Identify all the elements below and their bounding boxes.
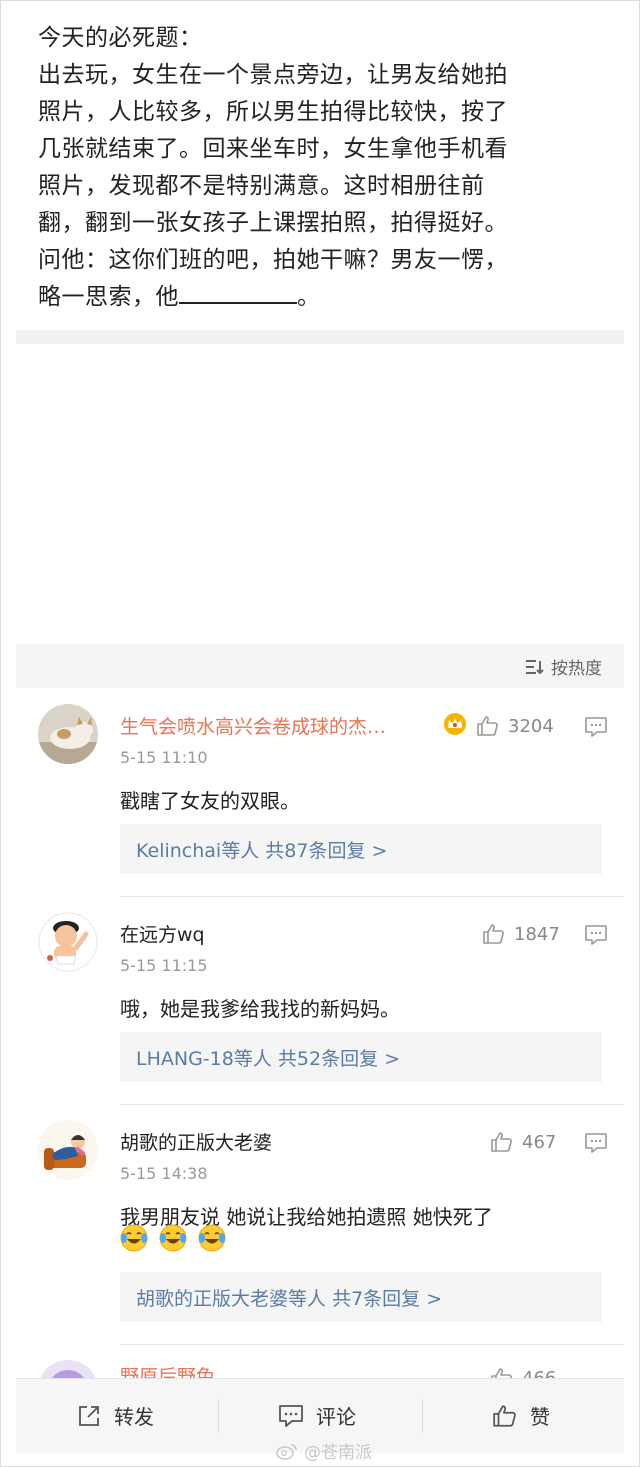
- reply-count-link[interactable]: 共52条回复 >: [278, 1044, 400, 1071]
- reply-count-link[interactable]: 共87条回复 >: [265, 836, 387, 863]
- post-line: 今天的必死题：: [38, 25, 203, 51]
- replies-preview[interactable]: LHANG-18等人 共52条回复 >: [120, 1032, 602, 1082]
- reply-users: Kelinchai等人: [136, 839, 260, 862]
- post-last-line: 略一思索，他 。: [38, 279, 598, 316]
- like-count: 466: [522, 1367, 557, 1379]
- sort-label: 按热度: [551, 659, 602, 679]
- bar-divider: [422, 1399, 423, 1433]
- watermark-text: @苍南派: [304, 1443, 372, 1463]
- post-last-prefix: 略一思索，他: [38, 284, 179, 310]
- thumbs-up-icon: [491, 1368, 512, 1378]
- post-last-suffix: 。: [297, 284, 321, 310]
- like-button[interactable]: 467: [490, 1130, 556, 1154]
- post-line: 出去玩，女生在一个景点旁边，让男友给她拍: [38, 62, 508, 88]
- replies-preview[interactable]: Kelinchai等人 共87条回复 >: [120, 824, 602, 874]
- avatar[interactable]: [38, 1120, 98, 1180]
- commenter-name[interactable]: 生气会喷水高兴会卷成球的杰…: [120, 712, 386, 739]
- post-line: 翻，翻到一张女孩子上课摆拍照，拍得挺好。: [38, 210, 508, 236]
- emoji-row: [120, 1224, 232, 1252]
- fill-in-blank: [179, 280, 297, 304]
- repost-button[interactable]: 转发: [76, 1401, 154, 1430]
- watermark: @苍南派: [276, 1438, 372, 1463]
- tears-of-joy-emoji-icon: [198, 1224, 226, 1252]
- post-line: 几张就结束了。回来坐车时，女生拿他手机看: [38, 136, 508, 162]
- reply-comment-icon[interactable]: [584, 716, 608, 738]
- reply-users: LHANG-18等人: [136, 1047, 272, 1070]
- reply-comment-icon[interactable]: [584, 924, 608, 946]
- repost-label: 转发: [114, 1405, 154, 1429]
- section-separator: [16, 330, 624, 344]
- comment-time: 5-15 14:38: [120, 1164, 208, 1183]
- comment-label: 评论: [316, 1405, 356, 1429]
- like-button[interactable]: 3204: [476, 714, 554, 738]
- thumbs-up-icon: [491, 1132, 512, 1152]
- comment-sort-bar: 按热度: [16, 644, 624, 688]
- comment-divider: [120, 1104, 624, 1105]
- sort-by-hot-button[interactable]: 按热度: [525, 654, 602, 679]
- comment-time: 5-15 11:15: [120, 956, 208, 975]
- like-count: 1847: [514, 923, 560, 945]
- comment-text: 哦，她是我爹给我找的新妈妈。: [120, 997, 400, 1021]
- like-label: 赞: [530, 1405, 550, 1429]
- like-count: 3204: [508, 715, 554, 737]
- commenter-name[interactable]: 胡歌的正版大老婆: [120, 1128, 272, 1155]
- repost-icon: [79, 1405, 99, 1426]
- post-line: 问他：这你们班的吧，拍她干嘛？男友一愣，: [38, 247, 508, 273]
- thumbs-up-icon: [477, 716, 498, 736]
- like-button[interactable]: 1847: [482, 922, 560, 946]
- comment-text: 戳瞎了女友的双眼。: [120, 789, 300, 813]
- reply-comment-icon[interactable]: [584, 1132, 608, 1154]
- commenter-name[interactable]: 野原后野兔: [120, 1362, 215, 1378]
- comment-button[interactable]: 评论: [278, 1401, 356, 1430]
- avatar[interactable]: [38, 1360, 98, 1378]
- sort-lines-icon: [526, 659, 544, 674]
- comment-item-partial: 野原后野兔 466: [16, 1360, 624, 1378]
- replies-preview[interactable]: 胡歌的正版大老婆等人 共7条回复 >: [120, 1272, 602, 1322]
- vip-crown-icon: [444, 713, 466, 735]
- thumbs-up-icon: [483, 924, 504, 944]
- reply-users: 胡歌的正版大老婆等人: [136, 1287, 327, 1310]
- avatar[interactable]: [38, 704, 98, 764]
- weibo-logo-icon: [276, 1443, 297, 1460]
- post-line: 照片，人比较多，所以男生拍得比较快，按了: [38, 99, 508, 125]
- bar-divider: [218, 1399, 219, 1433]
- commenter-name[interactable]: 在远方wq: [120, 920, 205, 947]
- comment-divider: [120, 1344, 624, 1345]
- tears-of-joy-emoji-icon: [159, 1224, 187, 1252]
- reply-count-link[interactable]: 共7条回复 >: [332, 1284, 442, 1311]
- like-count: 467: [522, 1131, 557, 1153]
- comment-icon: [279, 1404, 303, 1427]
- comment-divider: [120, 896, 624, 897]
- like-post-button[interactable]: 赞: [492, 1401, 550, 1430]
- tears-of-joy-emoji-icon: [120, 1224, 148, 1252]
- comment-time: 5-15 11:10: [120, 748, 208, 767]
- like-button[interactable]: 466: [490, 1366, 556, 1378]
- avatar[interactable]: [38, 912, 98, 972]
- post-body: 今天的必死题： 出去玩，女生在一个景点旁边，让男友给她拍 照片，人比较多，所以男…: [38, 20, 598, 316]
- thumbs-up-icon: [493, 1404, 516, 1427]
- post-line: 照片，发现都不是特别满意。这时相册往前: [38, 173, 485, 199]
